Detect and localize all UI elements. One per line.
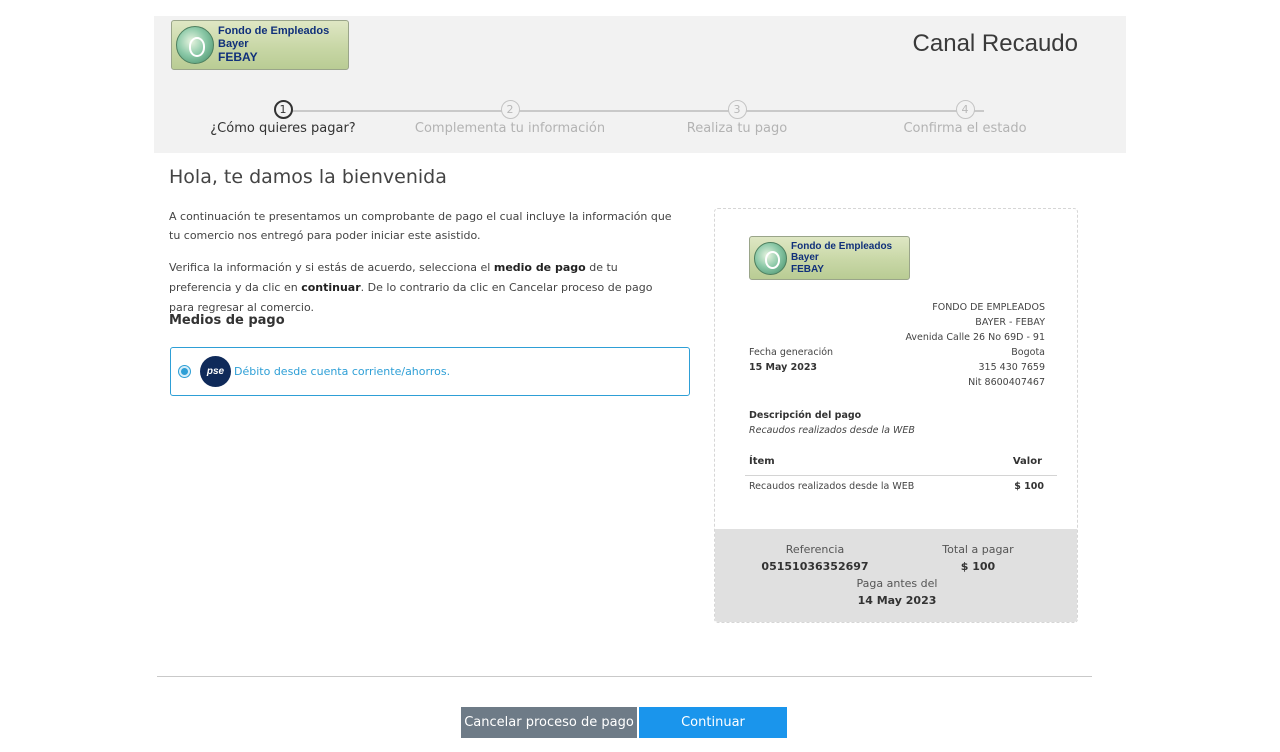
page-title: Canal Recaudo bbox=[912, 30, 1078, 57]
logo-line1: Fondo de Empleados Bayer bbox=[218, 25, 330, 51]
step-2: 2 Complementa tu información bbox=[410, 100, 610, 136]
table-header-item: Ítem bbox=[749, 456, 775, 467]
step-4-number: 4 bbox=[955, 100, 975, 119]
payment-option-pse[interactable]: pse Débito desde cuenta corriente/ahorro… bbox=[170, 347, 690, 396]
logo-line2: FEBAY bbox=[218, 49, 258, 64]
table-divider bbox=[745, 475, 1057, 476]
continue-button[interactable]: Continuar bbox=[639, 707, 787, 738]
step-3: 3 Realiza tu pago bbox=[637, 100, 837, 136]
receipt-bayer-emblem-icon bbox=[754, 241, 787, 275]
total-label: Total a pagar bbox=[942, 543, 1014, 556]
due-date-label: Paga antes del bbox=[856, 577, 938, 590]
febay-logo: Fondo de Empleados Bayer FEBAY bbox=[171, 20, 349, 70]
payment-methods-title: Medios de pago bbox=[169, 313, 285, 328]
payment-option-label: Débito desde cuenta corriente/ahorros. bbox=[234, 365, 451, 378]
reference-label: Referencia bbox=[785, 543, 845, 556]
description-value: Recaudos realizados desde la WEB bbox=[749, 425, 915, 436]
step-1-number: 1 bbox=[273, 100, 293, 119]
company-nit: Nit 8600407467 bbox=[968, 377, 1045, 388]
due-date-value: 14 May 2023 bbox=[857, 594, 937, 607]
company-line: BAYER - FEBAY bbox=[975, 317, 1045, 328]
welcome-heading: Hola, te damos la bienvenida bbox=[169, 166, 447, 188]
reference-value: 05151036352697 bbox=[761, 560, 869, 573]
generation-date-value: 15 May 2023 bbox=[749, 362, 818, 373]
pse-logo-icon: pse bbox=[200, 356, 231, 387]
medio-de-pago-emphasis: medio de pago bbox=[493, 261, 586, 274]
continuar-emphasis: continuar bbox=[301, 281, 361, 294]
step-4: 4 Confirma el estado bbox=[865, 100, 1065, 136]
description-title: Descripción del pago bbox=[749, 410, 862, 421]
step-1: 1 ¿Cómo quieres pagar? bbox=[183, 100, 383, 136]
step-3-label: Realiza tu pago bbox=[686, 121, 788, 136]
step-1-label: ¿Cómo quieres pagar? bbox=[210, 121, 356, 136]
table-header-value: Valor bbox=[1012, 456, 1042, 467]
total-value: $ 100 bbox=[960, 560, 996, 573]
step-3-number: 3 bbox=[727, 100, 747, 119]
company-city: Bogota bbox=[1011, 347, 1045, 358]
payment-option-radio[interactable] bbox=[179, 366, 190, 377]
intro-text: A continuación te presentamos un comprob… bbox=[169, 210, 672, 242]
company-info: FONDO DE EMPLEADOS BAYER - FEBAY Avenida… bbox=[905, 300, 1045, 390]
verify-text: Verifica la información y si estás de ac… bbox=[169, 261, 653, 314]
receipt-summary: Referencia 05151036352697 Total a pagar … bbox=[715, 529, 1077, 622]
table-row-item: Recaudos realizados desde la WEB bbox=[749, 481, 915, 492]
generation-date-label: Fecha generación bbox=[749, 347, 834, 358]
table-row-value: $ 100 bbox=[1014, 481, 1044, 492]
company-phone: 315 430 7659 bbox=[978, 362, 1045, 373]
receipt-logo-line1: Fondo de Empleados Bayer bbox=[791, 240, 893, 264]
payment-receipt: Fondo de Empleados Bayer FEBAY FONDO DE … bbox=[714, 208, 1078, 623]
company-address: Avenida Calle 26 No 69D - 91 bbox=[905, 332, 1045, 343]
step-2-label: Complementa tu información bbox=[414, 121, 606, 136]
step-4-label: Confirma el estado bbox=[903, 121, 1027, 136]
receipt-logo-line2: FEBAY bbox=[791, 263, 824, 275]
bayer-emblem-icon bbox=[176, 26, 214, 64]
generation-date: Fecha generación 15 May 2023 bbox=[749, 345, 833, 375]
header: Fondo de Empleados Bayer FEBAY Canal Rec… bbox=[154, 16, 1126, 153]
footer-divider bbox=[157, 676, 1092, 677]
step-2-number: 2 bbox=[500, 100, 520, 119]
cancel-payment-button[interactable]: Cancelar proceso de pago bbox=[461, 707, 637, 738]
receipt-febay-logo: Fondo de Empleados Bayer FEBAY bbox=[749, 236, 910, 280]
company-line: FONDO DE EMPLEADOS bbox=[932, 302, 1045, 313]
